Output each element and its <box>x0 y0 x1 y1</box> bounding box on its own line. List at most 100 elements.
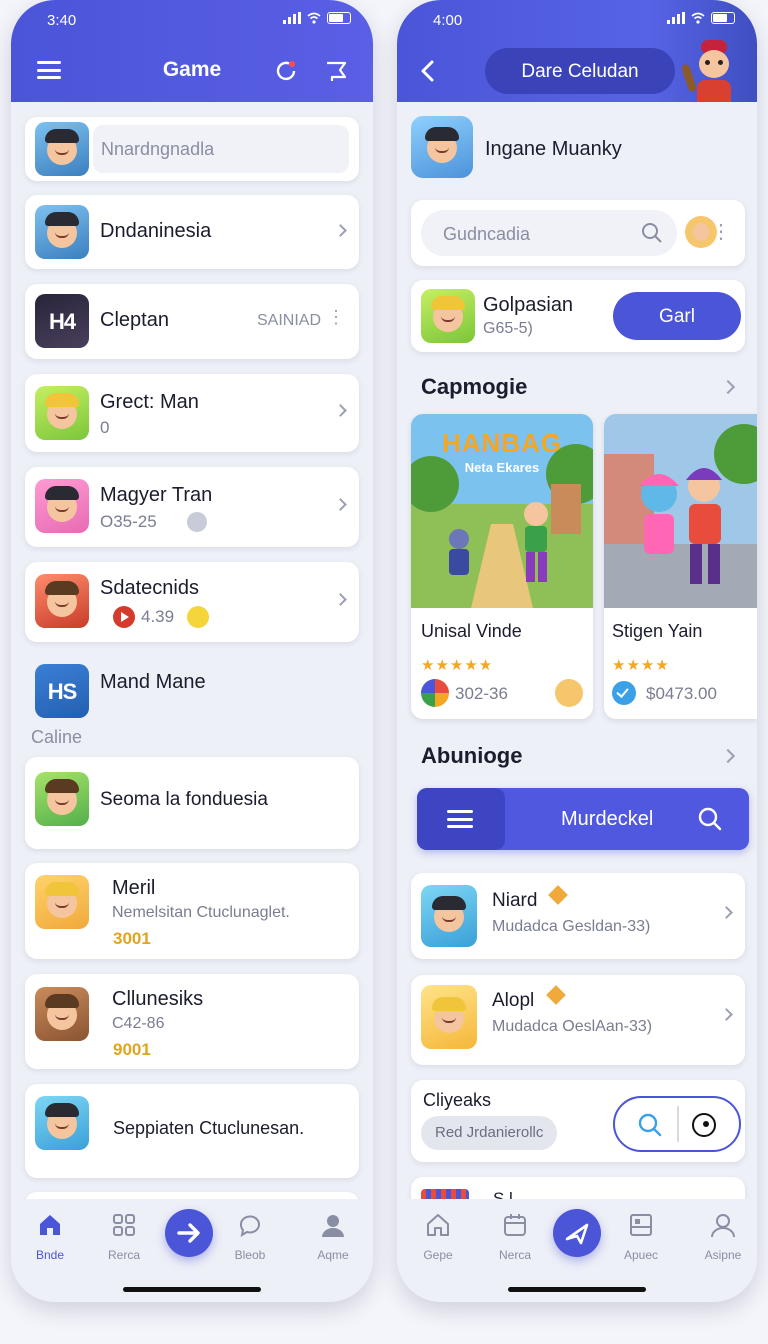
list-item[interactable]: Seppiaten Ctuclunesan. <box>25 1084 359 1178</box>
search-input[interactable]: Nnardngnadla <box>93 125 349 173</box>
status-badge: SAINIAD <box>256 312 321 329</box>
avatar <box>421 885 477 947</box>
list-item[interactable]: Seoma la fonduesia <box>25 757 359 849</box>
chevron-right-icon <box>334 593 347 606</box>
app-header: 4:00 Dare Celudan <box>397 0 757 102</box>
item-name: Alopl <box>492 990 535 1011</box>
home-indicator <box>123 1287 261 1292</box>
search-card: Gudncadia ⋮ <box>411 200 745 266</box>
item-name: Cleptan <box>100 309 169 331</box>
back-arrow-icon[interactable] <box>417 58 439 84</box>
tab-home[interactable]: Gepe <box>410 1211 466 1262</box>
star-rating: ★★★★ <box>612 657 670 674</box>
profile-icon <box>711 1214 735 1238</box>
section-title: Capmogie <box>421 374 528 399</box>
avatar <box>35 875 89 929</box>
game-title: Stigen Yain <box>612 621 703 641</box>
game-card[interactable]: Stigen Yain ★★★★ $0473.00 <box>604 414 757 719</box>
refresh-icon[interactable] <box>273 58 299 84</box>
game-meta: 302-36 <box>455 684 508 703</box>
list-item[interactable]: H4 Cleptan SAINIAD ⋮ <box>25 284 359 359</box>
play-icon <box>113 606 135 628</box>
menu-icon <box>447 810 473 828</box>
wifi-icon <box>691 12 705 24</box>
avatar <box>35 479 89 533</box>
search-icon[interactable] <box>697 806 723 832</box>
item-sub: Mudadca Gesldan-33) <box>492 918 651 935</box>
layout-icon <box>630 1214 652 1236</box>
send-button[interactable] <box>553 1209 601 1257</box>
search-icon[interactable] <box>641 222 663 244</box>
tab-rerca[interactable]: Rerca <box>96 1211 152 1262</box>
record-icon[interactable] <box>691 1112 717 1138</box>
avatar <box>35 205 89 259</box>
item-name: Magyer Tran <box>100 484 213 506</box>
list-item[interactable]: Dndaninesia <box>25 195 359 269</box>
list-item[interactable]: Niard Mudadca Gesldan-33) <box>411 873 745 959</box>
app-logo: HS <box>35 664 89 718</box>
tab-nerca[interactable]: Nerca <box>487 1211 543 1262</box>
featured-card: Golpasian G65-5) Garl <box>411 280 745 352</box>
item-name: Dndaninesia <box>100 220 212 242</box>
tab-home[interactable]: Bnde <box>22 1211 78 1262</box>
avatar <box>421 985 477 1049</box>
send-icon <box>565 1223 589 1245</box>
header-pill[interactable]: Dare Celudan <box>485 48 675 94</box>
calendar-icon <box>504 1214 526 1236</box>
tab-profile[interactable]: Aqme <box>305 1211 361 1262</box>
chevron-right-icon[interactable] <box>720 748 736 764</box>
list-item[interactable]: Cllunesiks C42-86 9001 <box>25 974 359 1069</box>
chevron-right-icon[interactable] <box>720 379 736 395</box>
tab-profile[interactable]: Asipne <box>695 1211 751 1262</box>
avatar <box>35 574 89 628</box>
avatar <box>35 987 89 1041</box>
page-title: Dare Celudan <box>521 61 639 82</box>
wifi-icon <box>307 12 321 24</box>
status-time: 3:40 <box>47 12 77 29</box>
avatar <box>421 289 475 343</box>
more-icon[interactable]: ⋮ <box>711 219 731 244</box>
play-button[interactable]: Garl <box>613 292 741 340</box>
signal-icon <box>283 12 301 24</box>
item-name: Sdatecnids <box>100 577 199 599</box>
game-cover-image <box>604 414 757 608</box>
chevron-right-icon <box>720 906 733 919</box>
section-title: Abunioge <box>421 743 523 768</box>
avatar <box>35 386 89 440</box>
chevron-right-icon <box>334 404 347 417</box>
status-time: 4:00 <box>433 12 463 29</box>
home-indicator <box>508 1287 646 1292</box>
gem-icon <box>548 885 568 905</box>
tab-apuec[interactable]: Apuec <box>613 1211 669 1262</box>
list-item[interactable]: Grect: Man 0 <box>25 374 359 452</box>
profile-name: Ingane Muanky <box>485 138 622 160</box>
next-button[interactable] <box>165 1209 213 1257</box>
coin-icon <box>187 606 209 628</box>
game-art-title: HANBAG <box>441 428 563 458</box>
item-name: Mand Mane <box>100 671 206 693</box>
game-art-subtitle: Neta Ekares <box>464 460 540 475</box>
profile-icon <box>322 1215 344 1237</box>
filter-chip[interactable]: Red Jrdanierollc <box>421 1116 558 1150</box>
tab-bleob[interactable]: Bleob <box>222 1211 278 1262</box>
list-item[interactable]: Magyer Tran O35-25 <box>25 467 359 547</box>
search-card[interactable]: Nnardngnadla <box>25 117 359 181</box>
item-sub: 0 <box>100 418 110 437</box>
flag-icon[interactable] <box>323 58 349 84</box>
toolbar-label: Murdeckel <box>561 808 654 830</box>
list-item[interactable]: Alopl Mudadca OeslAan-33) <box>411 975 745 1065</box>
list-item[interactable]: Meril Nemelsitan Ctuclunaglet. 3001 <box>25 863 359 959</box>
signal-icon <box>667 12 685 24</box>
game-card[interactable]: HANBAG Neta Ekares Unisal Vinde ★★★★★ 30… <box>411 414 593 719</box>
star-rating: ★★★★★ <box>421 657 494 674</box>
search-input[interactable]: Gudncadia <box>421 210 677 256</box>
more-icon[interactable]: ⋮ <box>327 307 345 328</box>
menu-button[interactable] <box>417 788 505 850</box>
search-icon[interactable] <box>637 1112 663 1138</box>
chevron-right-icon <box>334 498 347 511</box>
item-sub: C42-86 <box>112 1015 165 1032</box>
item-name: Seppiaten Ctuclunesan. <box>113 1118 305 1138</box>
action-toggle[interactable] <box>613 1096 741 1152</box>
home-icon <box>40 1215 60 1235</box>
list-item[interactable]: Sdatecnids 4.39 <box>25 562 359 642</box>
